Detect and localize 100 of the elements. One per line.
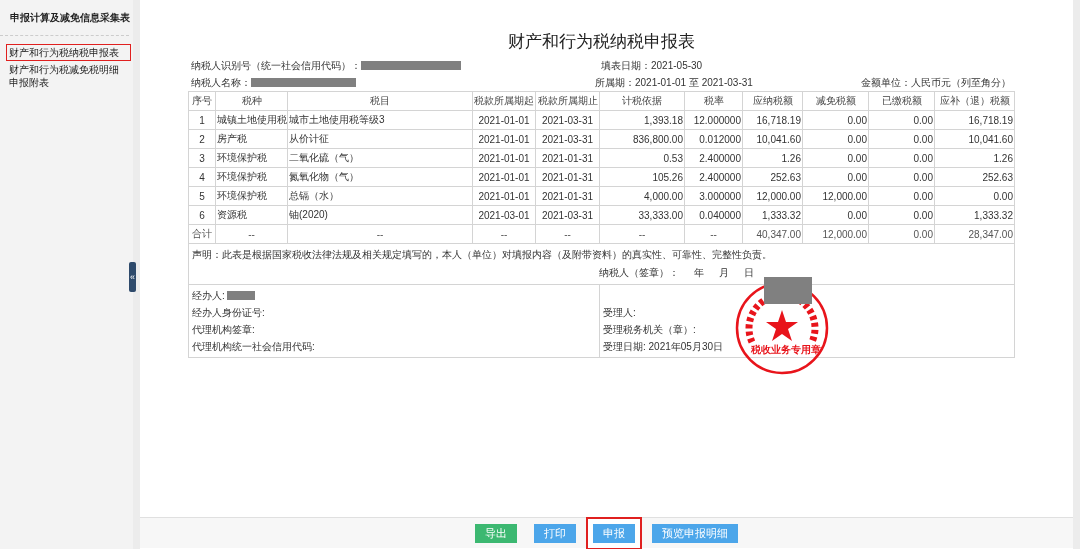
redaction-bar bbox=[226, 291, 255, 300]
table-cell: 12,000.00 bbox=[802, 224, 869, 244]
stamp-text: 税收业务专用章 bbox=[751, 344, 821, 357]
table-cell: 从价计征 bbox=[287, 129, 473, 149]
table-cell: 环境保护税 bbox=[215, 186, 288, 206]
table-cell: -- bbox=[472, 224, 536, 244]
table-cell: 16,718.19 bbox=[934, 110, 1015, 130]
taxpayer-id-label: 纳税人识别号（统一社会信用代码）： bbox=[191, 58, 361, 73]
table-cell: 0.53 bbox=[599, 148, 685, 168]
column-header: 应纳税额 bbox=[742, 91, 803, 111]
table-cell: 10,041.60 bbox=[934, 129, 1015, 149]
table-cell: 4,000.00 bbox=[599, 186, 685, 206]
table-cell: 4 bbox=[188, 167, 216, 187]
table-cell: 12,000.00 bbox=[802, 186, 869, 206]
table-cell: 1,393.18 bbox=[599, 110, 685, 130]
table-cell: 二氧化硫（气） bbox=[287, 148, 473, 168]
field-label: 受理税务机关（章）: bbox=[603, 323, 696, 337]
table-cell: 2021-01-31 bbox=[535, 167, 600, 187]
table-cell: 0.00 bbox=[934, 186, 1015, 206]
table-cell: 0.00 bbox=[802, 110, 869, 130]
taxpayer-name-label: 纳税人名称： bbox=[191, 75, 251, 90]
table-cell: 0.00 bbox=[802, 129, 869, 149]
date-label: 日 bbox=[744, 266, 754, 280]
table-cell: 0.00 bbox=[868, 205, 935, 225]
table-cell: 2021-01-01 bbox=[472, 148, 536, 168]
table-cell: 2021-01-01 bbox=[472, 186, 536, 206]
table-cell: 2021-01-31 bbox=[535, 148, 600, 168]
table-cell: 资源税 bbox=[215, 205, 288, 225]
column-header: 应补（退）税额 bbox=[934, 91, 1015, 111]
table-cell: 12.000000 bbox=[684, 110, 743, 130]
table-cell: 2021-03-01 bbox=[472, 205, 536, 225]
fill-date: 填表日期：2021-05-30 bbox=[601, 58, 704, 73]
table-cell: 0.00 bbox=[868, 186, 935, 206]
table-cell: 252.63 bbox=[934, 167, 1015, 187]
column-header: 已缴税额 bbox=[868, 91, 935, 111]
column-header: 序号 bbox=[188, 91, 216, 111]
table-cell: 2021-03-31 bbox=[535, 110, 600, 130]
table-cell: 836,800.00 bbox=[599, 129, 685, 149]
table-cell: 1 bbox=[188, 110, 216, 130]
table-cell: 1.26 bbox=[934, 148, 1015, 168]
table-cell: 1.26 bbox=[742, 148, 803, 168]
table-cell: 33,333.00 bbox=[599, 205, 685, 225]
table-cell: 总镉（水） bbox=[287, 186, 473, 206]
table-cell: 6 bbox=[188, 205, 216, 225]
table-cell: 28,347.00 bbox=[934, 224, 1015, 244]
table-cell: 1,333.32 bbox=[934, 205, 1015, 225]
amount-unit: 金额单位：人民币元（列至角分） bbox=[861, 75, 1012, 90]
table-cell: 2 bbox=[188, 129, 216, 149]
table-cell: 0.00 bbox=[802, 205, 869, 225]
action-button[interactable]: 打印 bbox=[527, 516, 583, 549]
table-cell: 0.00 bbox=[802, 148, 869, 168]
date-label: 年 bbox=[694, 266, 704, 280]
column-header: 计税依据 bbox=[599, 91, 685, 111]
table-cell: 环境保护税 bbox=[215, 167, 288, 187]
column-header: 税款所属期起 bbox=[472, 91, 536, 111]
table-cell: -- bbox=[684, 224, 743, 244]
table-cell: 3.000000 bbox=[684, 186, 743, 206]
table-cell: 2021-03-31 bbox=[535, 205, 600, 225]
table-cell: 城市土地使用税等级3 bbox=[287, 110, 473, 130]
table-cell: 0.012000 bbox=[684, 129, 743, 149]
table-cell: 2021-01-01 bbox=[472, 167, 536, 187]
table-cell: 12,000.00 bbox=[742, 186, 803, 206]
field-label: 代理机构签章: bbox=[192, 323, 255, 337]
column-header: 税目 bbox=[287, 91, 473, 111]
redaction-bar bbox=[764, 277, 812, 304]
table-cell: 2.400000 bbox=[684, 167, 743, 187]
sidebar-item[interactable]: 财产和行为税减免税明细申报附表 bbox=[6, 61, 131, 91]
table-cell: 105.26 bbox=[599, 167, 685, 187]
action-button[interactable]: 导出 bbox=[468, 516, 524, 549]
table-cell: 0.00 bbox=[868, 110, 935, 130]
field-label: 受理日期: 2021年05月30日 bbox=[603, 340, 724, 354]
sidebar-item[interactable]: 财产和行为税纳税申报表 bbox=[6, 44, 131, 61]
table-cell: 0.00 bbox=[868, 129, 935, 149]
tax-period: 所属期：2021-01-01 至 2021-03-31 bbox=[594, 75, 754, 90]
signature-label: 纳税人（签章）： bbox=[599, 266, 679, 280]
table-cell: 0.040000 bbox=[684, 205, 743, 225]
table-cell: 房产税 bbox=[215, 129, 288, 149]
table-cell: 2021-03-31 bbox=[535, 129, 600, 149]
column-header: 税种 bbox=[215, 91, 288, 111]
collapse-handle[interactable]: « bbox=[129, 262, 136, 292]
action-button[interactable]: 申报 bbox=[586, 516, 642, 549]
table-cell: 2021-01-01 bbox=[472, 129, 536, 149]
table-cell: 氮氧化物（气） bbox=[287, 167, 473, 187]
table-cell: -- bbox=[287, 224, 473, 244]
table-cell: 3 bbox=[188, 148, 216, 168]
table-cell: 铀(2020) bbox=[287, 205, 473, 225]
table-cell: 城镇土地使用税 bbox=[215, 110, 288, 130]
table-cell: -- bbox=[215, 224, 288, 244]
table-cell: 环境保护税 bbox=[215, 148, 288, 168]
table-cell: 252.63 bbox=[742, 167, 803, 187]
field-label: 受理人: bbox=[603, 306, 636, 320]
table-cell: 2.400000 bbox=[684, 148, 743, 168]
date-label: 月 bbox=[719, 266, 729, 280]
sidebar-title: 申报计算及减免信息采集表 bbox=[0, 12, 129, 36]
table-cell: 0.00 bbox=[868, 148, 935, 168]
table-cell: 0.00 bbox=[802, 167, 869, 187]
table-cell: 0.00 bbox=[868, 167, 935, 187]
table-cell: 合计 bbox=[188, 224, 216, 244]
field-label: 经办人身份证号: bbox=[192, 306, 265, 320]
column-header: 减免税额 bbox=[802, 91, 869, 111]
